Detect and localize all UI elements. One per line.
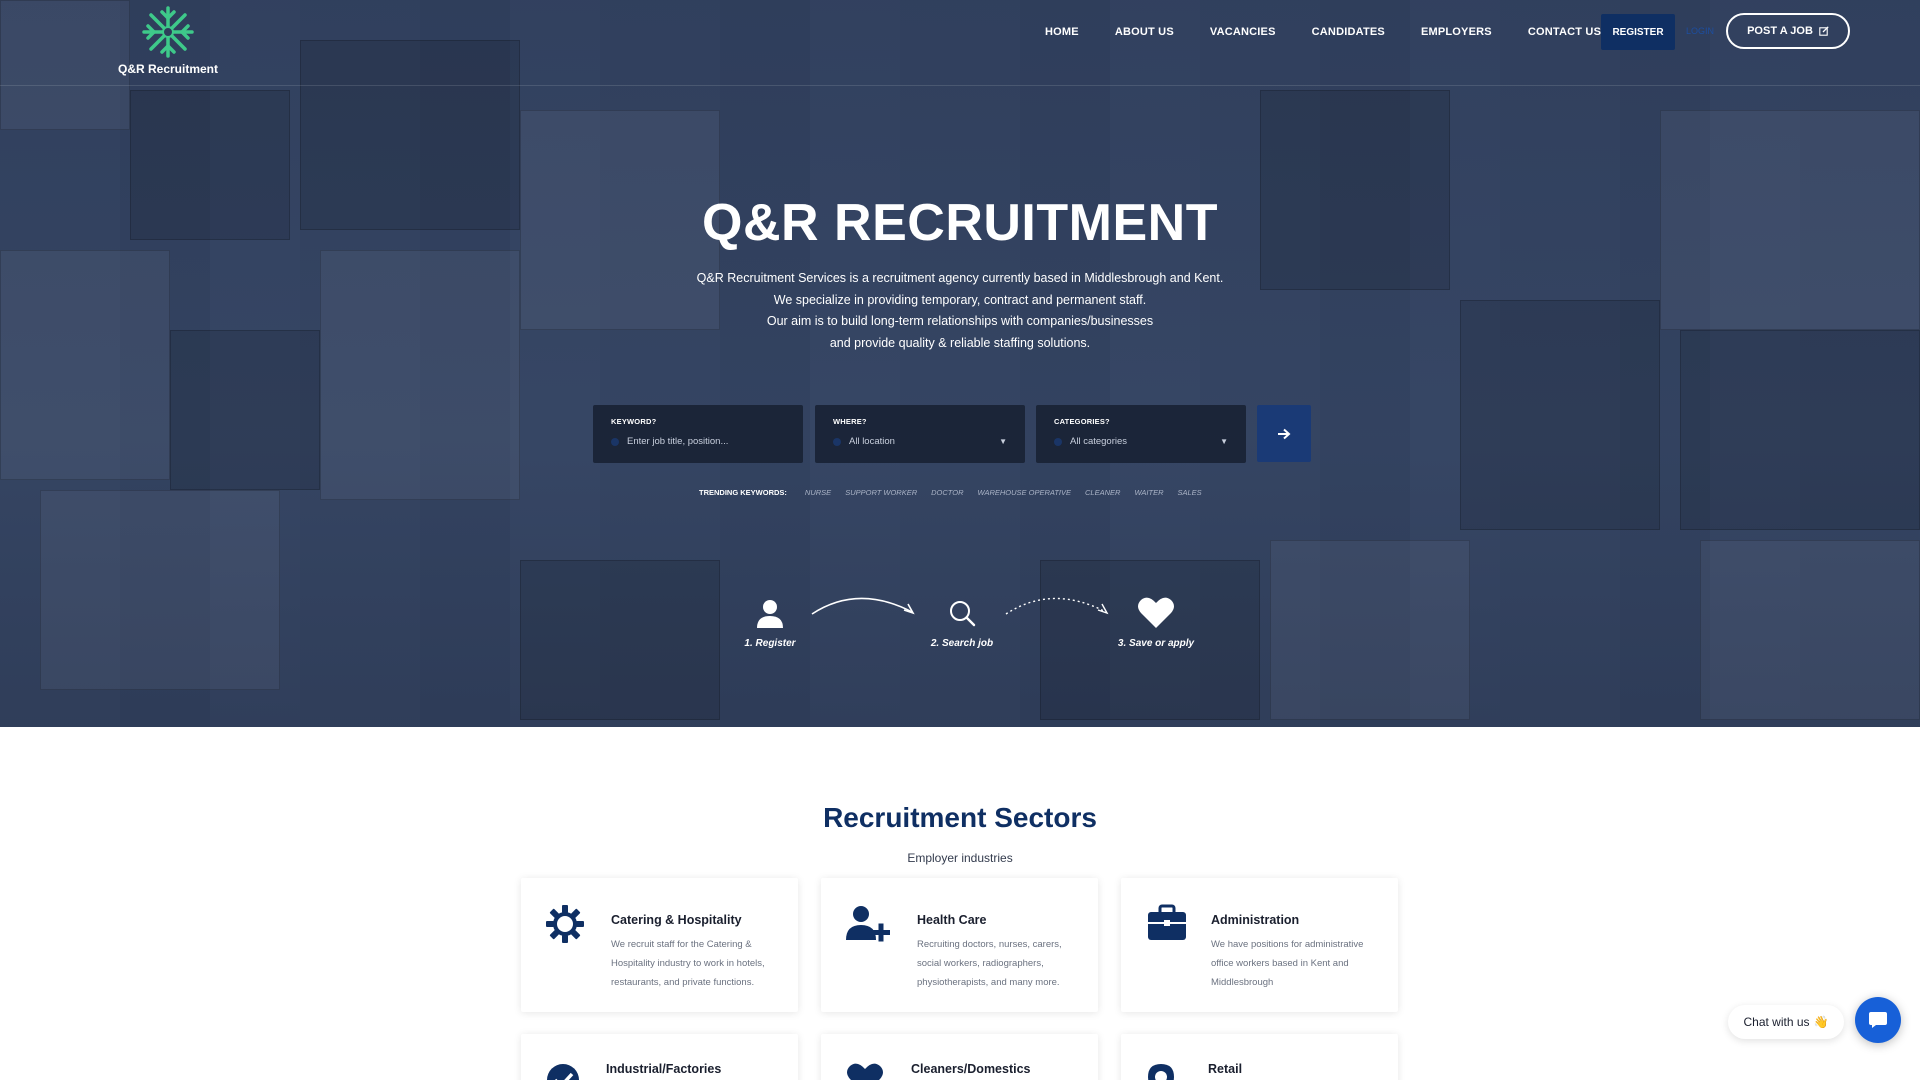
nav-candidates[interactable]: CANDIDATES [1294, 26, 1403, 38]
category-search-box: CATEGORIES? All categories ▼ [1036, 405, 1246, 463]
trending-keyword-support-worker[interactable]: SUPPORT WORKER [845, 488, 917, 497]
briefcase-icon [1148, 904, 1186, 940]
sectors-subtitle: Employer industries [907, 851, 1013, 865]
chat-bubble-icon [1869, 1012, 1887, 1028]
edit-icon [1819, 26, 1829, 36]
trending-keyword-doctor[interactable]: DOCTOR [931, 488, 963, 497]
categories-label: CATEGORIES? [1054, 417, 1110, 426]
location-search-box: WHERE? All location ▼ [815, 405, 1025, 463]
trending-keyword-cleaner[interactable]: CLEANER [1085, 488, 1120, 497]
sector-card-catering[interactable]: Catering & Hospitality We recruit staff … [521, 878, 798, 1012]
nav-about-us[interactable]: ABOUT US [1097, 26, 1192, 38]
trending-keywords: TRENDING KEYWORDS: NURSE SUPPORT WORKER … [699, 488, 1202, 497]
collage-tile [1260, 90, 1450, 290]
hero-description-line: We specialize in providing temporary, co… [773, 292, 1147, 307]
trending-keyword-warehouse-operative[interactable]: WAREHOUSE OPERATIVE [978, 488, 1072, 497]
step-search-job: 2. Search job [920, 598, 1004, 649]
location-select[interactable]: All location ▼ [833, 436, 1007, 447]
sector-card-health-care[interactable]: Health Care Recruiting doctors, nurses, … [821, 878, 1098, 1012]
sector-card-title: Health Care [917, 913, 987, 927]
search-submit-button[interactable] [1257, 405, 1311, 462]
collage-tile [1680, 330, 1920, 530]
chat-label-text: Chat with us [1743, 1015, 1810, 1029]
gear-icon [546, 905, 584, 943]
nav-employers[interactable]: EMPLOYERS [1403, 26, 1510, 38]
heart-icon [847, 1063, 883, 1080]
category-bullet-icon [1054, 437, 1062, 446]
keyword-placeholder: Enter job title, position... [627, 436, 729, 447]
category-value: All categories [1070, 436, 1128, 447]
sectors-title: Recruitment Sectors [823, 802, 1097, 833]
snowflake-logo-icon [142, 6, 194, 58]
user-plus-icon [846, 906, 890, 942]
location-bullet-icon [833, 437, 841, 446]
step-label: 1. Register [744, 638, 796, 649]
login-link[interactable]: LOGIN [1686, 26, 1714, 36]
step-label: 2. Search job [930, 638, 994, 649]
hero-section: Q&R Recruitment HOME ABOUT US VACANCIES … [0, 0, 1920, 727]
step-register: 1. Register [730, 598, 810, 649]
logo-text: Q&R Recruitment [117, 62, 218, 76]
location-value: All location [849, 436, 895, 447]
sector-card-description: We have positions for administrative off… [1211, 939, 1364, 988]
sector-card-retail[interactable]: Retail [1121, 1034, 1398, 1080]
trending-keyword-nurse[interactable]: NURSE [805, 488, 831, 497]
sector-card-title: Industrial/Factories [606, 1062, 722, 1076]
post-a-job-button[interactable]: POST A JOB [1726, 13, 1850, 49]
trending-keyword-waiter[interactable]: WAITER [1134, 488, 1163, 497]
chevron-down-icon: ▼ [1220, 437, 1228, 446]
keyword-bullet-icon [611, 437, 619, 446]
step-connector-dotted-arrow [1005, 597, 1109, 615]
collage-tile [1700, 540, 1920, 720]
check-circle-icon [547, 1064, 579, 1080]
sector-card-description: We recruit staff for the Catering & Hosp… [611, 939, 765, 988]
keyword-label: KEYWORD? [611, 417, 657, 426]
category-select[interactable]: All categories ▼ [1054, 436, 1228, 447]
sector-card-title: Cleaners/Domestics [911, 1062, 1031, 1076]
chevron-down-icon: ▼ [999, 437, 1007, 446]
post-a-job-label: POST A JOB [1747, 25, 1813, 37]
sector-card-industrial[interactable]: Industrial/Factories [521, 1034, 798, 1080]
site-logo[interactable]: Q&R Recruitment [112, 4, 224, 80]
collage-tile [1270, 540, 1470, 720]
user-icon [757, 600, 783, 628]
sector-card-administration[interactable]: Administration We have positions for adm… [1121, 878, 1398, 1012]
hero-description: Q&R Recruitment Services is a recruitmen… [0, 268, 1920, 354]
heart-icon [1138, 597, 1174, 628]
arrow-right-icon [1278, 428, 1291, 439]
chat-launcher-button[interactable] [1855, 997, 1901, 1043]
map-pin-icon [1148, 1064, 1174, 1080]
where-label: WHERE? [833, 417, 867, 426]
sector-card-cleaners[interactable]: Cleaners/Domestics [821, 1034, 1098, 1080]
step-label: 3. Save or apply [1117, 638, 1195, 649]
waving-hand-icon: 👋 [1813, 1015, 1829, 1029]
trending-keyword-sales[interactable]: SALES [1177, 488, 1201, 497]
site-header: Q&R Recruitment HOME ABOUT US VACANCIES … [0, 0, 1920, 86]
hero-description-line: Q&R Recruitment Services is a recruitmen… [696, 271, 1224, 285]
collage-tile [170, 330, 320, 490]
chat-with-us-label[interactable]: Chat with us 👋 [1728, 1005, 1844, 1039]
trending-label: TRENDING KEYWORDS: [699, 488, 787, 497]
sector-card-description: Recruiting doctors, nurses, carers, soci… [917, 939, 1062, 988]
register-button[interactable]: REGISTER [1601, 14, 1675, 50]
sector-card-title: Administration [1211, 913, 1300, 927]
collage-tile [520, 560, 720, 720]
main-nav: HOME ABOUT US VACANCIES CANDIDATES EMPLO… [1027, 26, 1619, 38]
sector-card-title: Retail [1208, 1062, 1243, 1076]
step-save-or-apply: 3. Save or apply [1110, 596, 1202, 649]
hero-description-line: Our aim is to build long-term relationsh… [766, 314, 1154, 328]
nav-vacancies[interactable]: VACANCIES [1192, 26, 1294, 38]
search-icon [950, 601, 976, 627]
collage-tile [40, 490, 280, 690]
hero-title: Q&R RECRUITMENT [702, 194, 1218, 252]
hero-description-line: and provide quality & reliable staffing … [829, 335, 1091, 350]
sector-card-title: Catering & Hospitality [611, 913, 742, 927]
keyword-search-box: KEYWORD? Enter job title, position... [593, 405, 803, 463]
nav-home[interactable]: HOME [1027, 26, 1097, 38]
keyword-input[interactable]: Enter job title, position... [611, 436, 785, 447]
step-connector-arrow [811, 597, 915, 615]
